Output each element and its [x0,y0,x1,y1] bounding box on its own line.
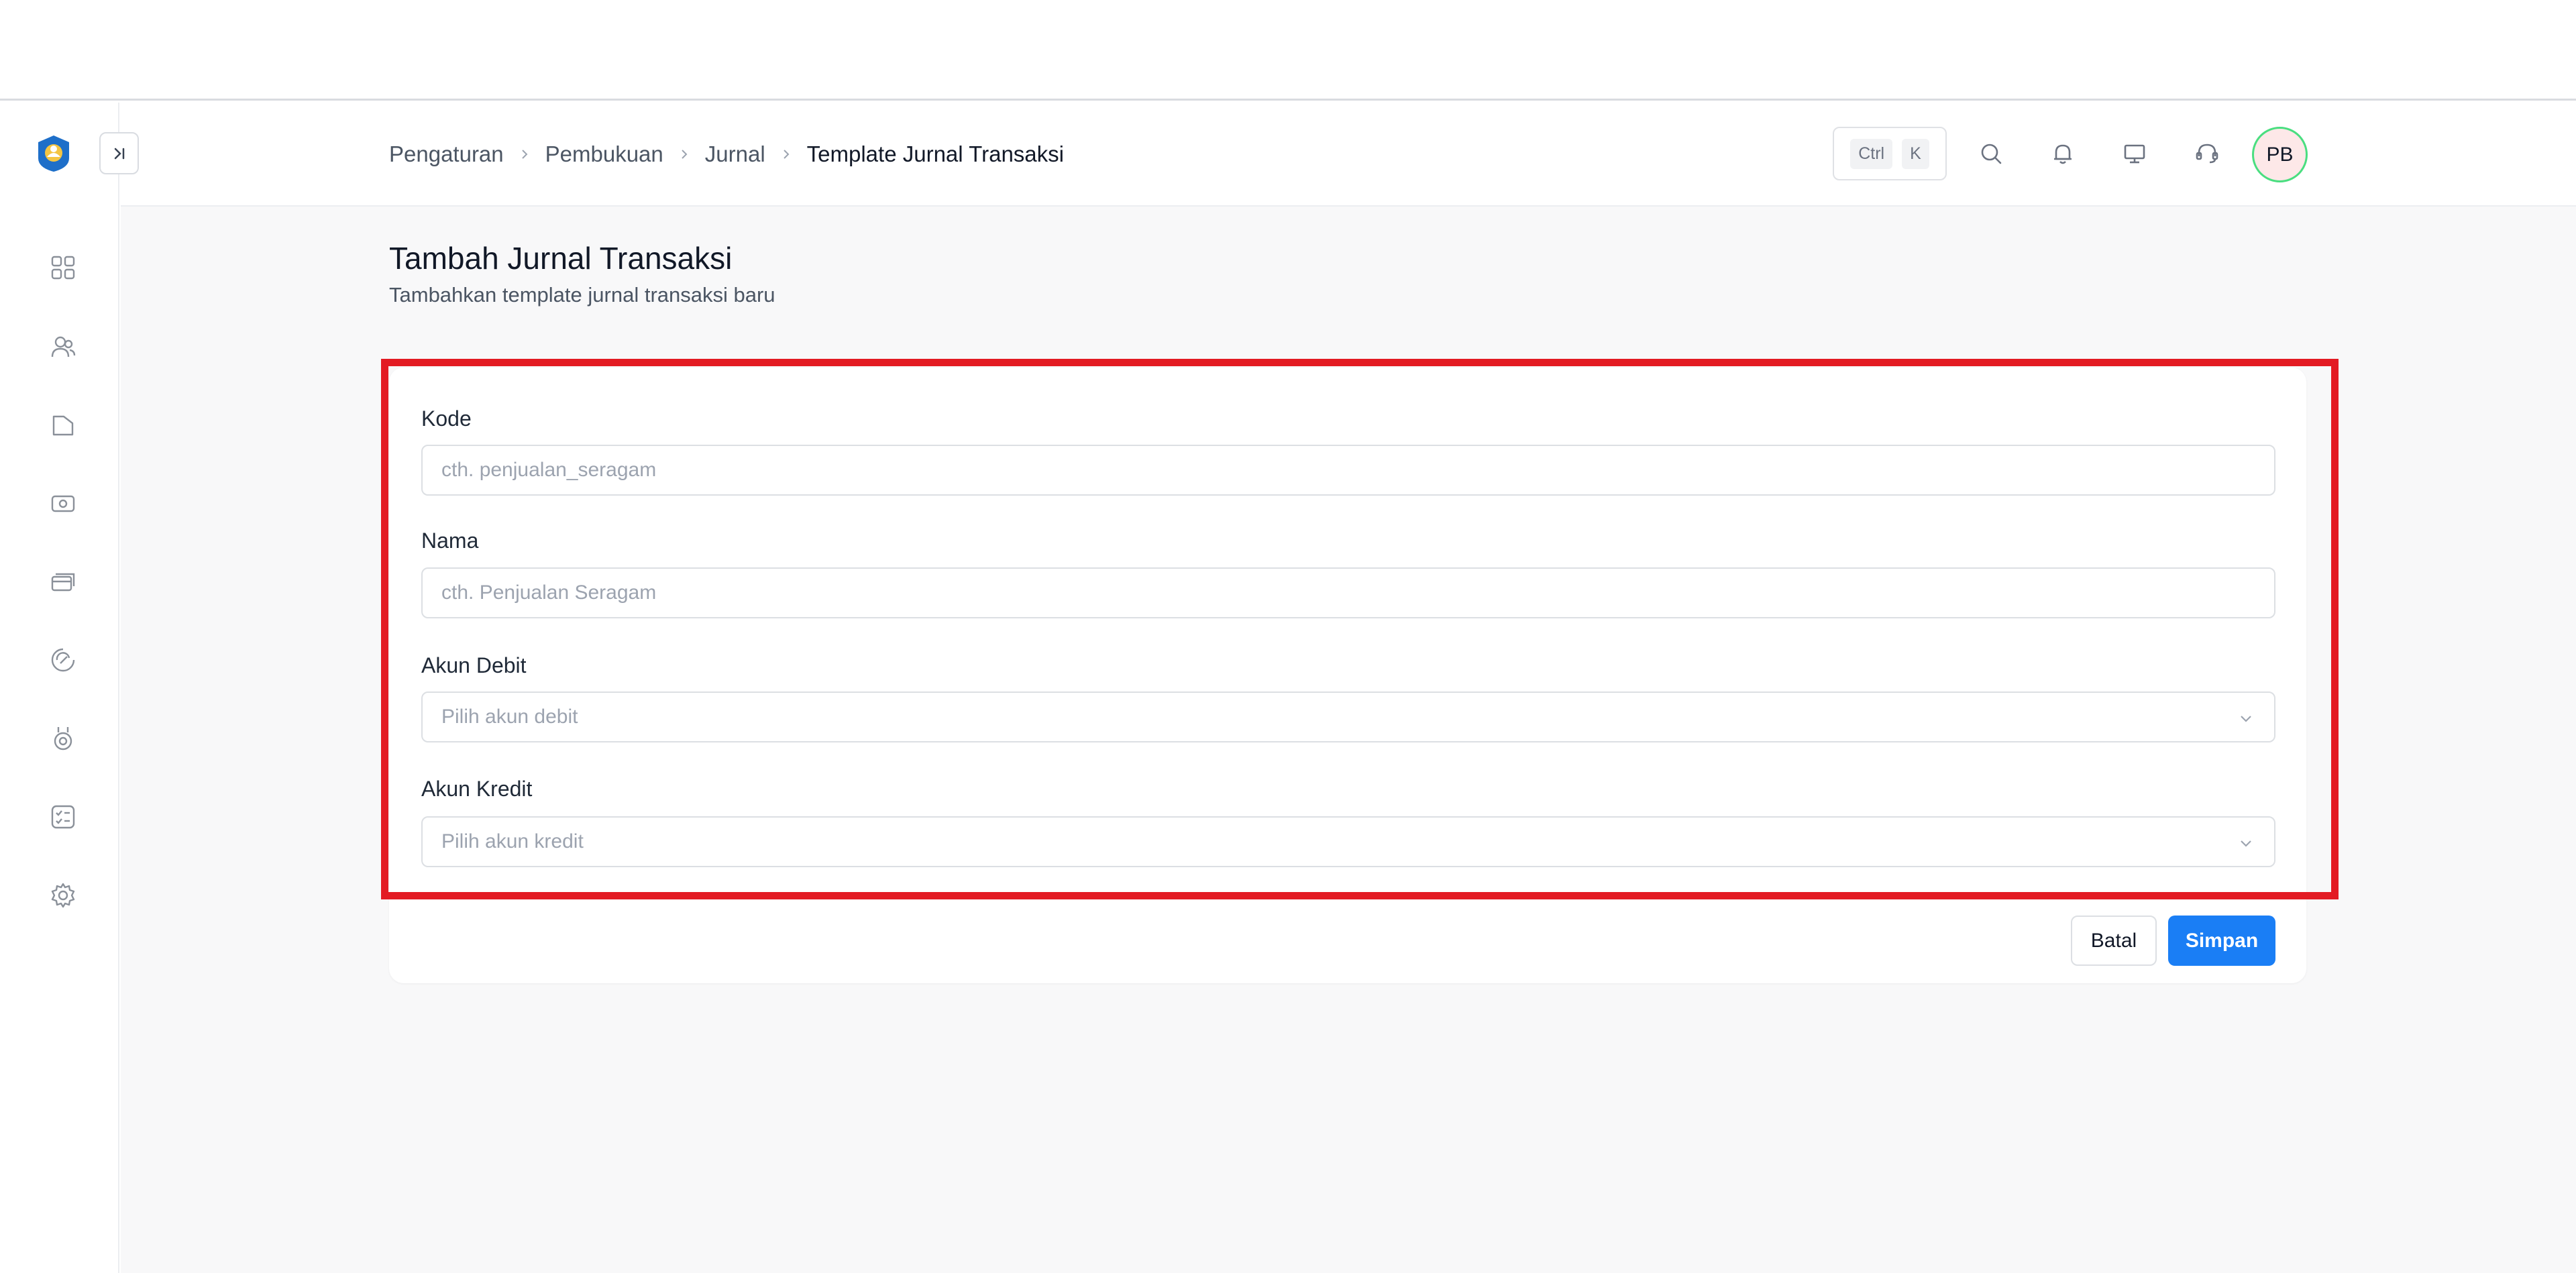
avatar-initials: PB [2266,143,2294,166]
nama-label: Nama [421,529,479,553]
akun-debit-label: Akun Debit [421,653,527,677]
shortcut-key-k: K [1902,138,1929,169]
chevron-right-icon [519,148,531,160]
collapse-arrow-icon [114,148,124,159]
command-palette-shortcut[interactable]: Ctrl K [1833,127,1947,180]
akun-debit-placeholder: Pilih akun debit [441,706,578,728]
page-title: Tambah Jurnal Transaksi [389,241,733,276]
dashboard-icon[interactable] [48,253,78,282]
save-button[interactable]: Simpan [2168,916,2275,966]
chevron-right-icon [780,148,792,160]
sidebar-toggle-button[interactable] [99,132,139,174]
akun-kredit-label: Akun Kredit [421,777,533,801]
chevron-down-icon [2241,840,2251,847]
discount-icon[interactable] [48,645,78,675]
settings-icon[interactable] [48,881,78,910]
cancel-button[interactable]: Batal [2071,916,2157,966]
monitor-icon[interactable] [2119,138,2150,169]
headset-icon[interactable] [2192,138,2222,169]
money-icon[interactable] [48,489,78,518]
folder-icon[interactable] [48,410,78,440]
checklist-icon[interactable] [48,802,78,832]
nama-input[interactable]: cth. Penjualan Seragam [421,567,2275,618]
header-divider [121,205,2576,207]
breadcrumb-item-pembukuan[interactable]: Pembukuan [545,142,663,167]
medal-icon[interactable] [48,724,78,753]
breadcrumb-item-jurnal[interactable]: Jurnal [705,142,765,167]
chevron-down-icon [2241,716,2251,722]
breadcrumb: Pengaturan Pembukuan Jurnal Template Jur… [389,141,1064,168]
chevron-right-icon [678,148,690,160]
search-icon[interactable] [1976,138,2006,169]
kode-label: Kode [421,406,472,431]
akun-kredit-placeholder: Pilih akun kredit [441,830,584,852]
user-avatar[interactable]: PB [2252,127,2308,182]
breadcrumb-item-pengaturan[interactable]: Pengaturan [389,142,504,167]
bell-icon[interactable] [2047,138,2078,169]
users-icon[interactable] [48,332,78,362]
browser-top-area [0,0,2576,101]
akun-kredit-select[interactable]: Pilih akun kredit [421,816,2275,867]
shortcut-key-ctrl: Ctrl [1850,138,1893,169]
akun-debit-select[interactable]: Pilih akun debit [421,691,2275,742]
breadcrumb-item-current: Template Jurnal Transaksi [806,142,1064,166]
cards-icon[interactable] [48,567,78,596]
kode-placeholder: cth. penjualan_seragam [441,459,657,481]
nama-placeholder: cth. Penjualan Seragam [441,582,657,604]
app-logo [38,135,69,172]
page-subtitle: Tambahkan template jurnal transaksi baru [389,283,775,307]
kode-input[interactable]: cth. penjualan_seragam [421,445,2275,496]
